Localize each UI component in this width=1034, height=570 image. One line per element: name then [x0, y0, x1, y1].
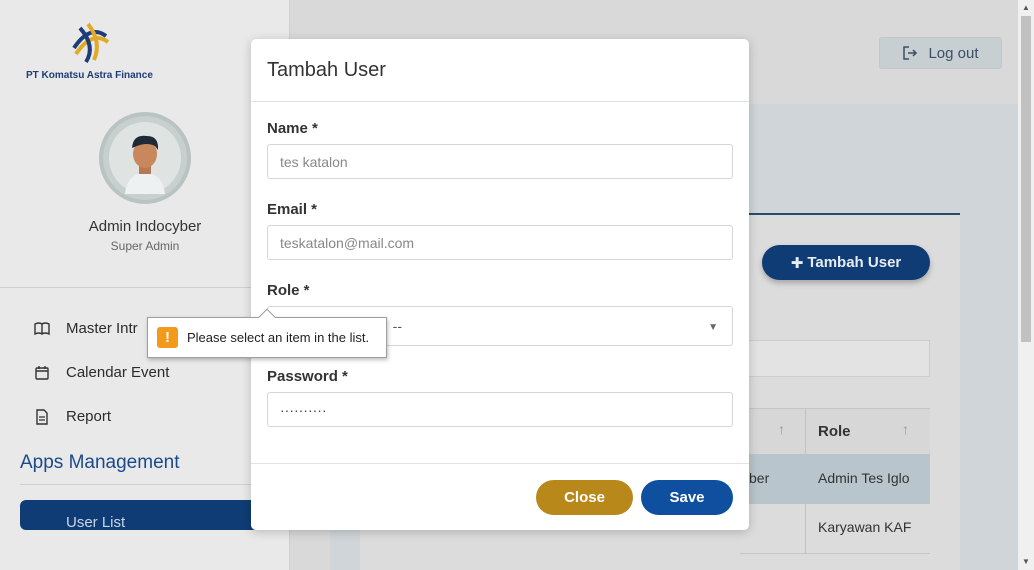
profile-role: Super Admin [110, 239, 180, 253]
modal-title: Tambah User [267, 59, 386, 81]
modal-footer-divider [251, 463, 749, 464]
brand: PT Komatsu Astra Finance [26, 18, 176, 88]
email-field-value: teskatalon@mail.com [280, 234, 415, 251]
section-divider [20, 484, 270, 485]
name-field[interactable]: tes katalon [267, 144, 733, 179]
tooltip-message: Please select an item in the list. [187, 330, 370, 345]
section-title: Apps Management [20, 452, 180, 473]
warning-icon: ! [157, 327, 178, 348]
sidebar-item-master-intro[interactable]: Master Intr [34, 320, 138, 337]
sidebar-divider [0, 287, 290, 288]
sidebar-item-user-list[interactable]: User List [20, 500, 260, 530]
scroll-up-arrow-icon[interactable]: ▲ [1018, 0, 1034, 16]
document-icon [36, 408, 48, 425]
page-scrollbar[interactable]: ▲ ▼ [1018, 0, 1034, 570]
add-user-button[interactable]: ✚ Tambah User [762, 245, 930, 280]
validation-tooltip: ! Please select an item in the list. [147, 308, 387, 358]
password-label: Password * [267, 368, 348, 385]
avatar [99, 112, 191, 204]
email-field[interactable]: teskatalon@mail.com [267, 225, 733, 260]
name-field-value: tes katalon [280, 153, 348, 170]
password-field-value: ·········· [280, 401, 327, 418]
calendar-icon [35, 365, 49, 380]
plus-icon: ✚ [790, 254, 804, 272]
scroll-down-arrow-icon[interactable]: ▼ [1018, 554, 1034, 570]
search-input[interactable] [740, 340, 930, 377]
name-label: Name * [267, 120, 318, 137]
role-select-value: -- [392, 318, 402, 334]
modal-header-divider [251, 101, 749, 102]
save-button[interactable]: Save [641, 480, 733, 515]
sidebar-item-report[interactable]: Report [34, 408, 111, 425]
sidebar-item-calendar-event[interactable]: Calendar Event [34, 364, 169, 381]
scrollbar-thumb[interactable] [1021, 16, 1031, 342]
table-cell-email: ber [749, 470, 770, 486]
sidebar-item-label: Master Intr [66, 320, 138, 337]
brand-name: PT Komatsu Astra Finance [26, 70, 153, 81]
email-label: Email * [267, 201, 318, 218]
sidebar-item-label: Calendar Event [66, 364, 170, 381]
profile-name: Admin Indocyber [88, 218, 202, 235]
password-field[interactable]: ·········· [267, 392, 733, 427]
logout-label: Log out [928, 44, 979, 62]
close-button[interactable]: Close [536, 480, 633, 515]
sort-arrow-icon[interactable]: ↑ [902, 421, 909, 437]
column-divider [805, 408, 806, 554]
logout-icon [903, 46, 918, 60]
user-avatar-icon [109, 122, 181, 194]
sidebar-item-label: Report [66, 408, 112, 425]
add-user-modal: Tambah User Name * tes katalon Email * t… [251, 39, 749, 530]
table-cell-role: Admin Tes Iglo [818, 470, 910, 486]
sidebar: PT Komatsu Astra Finance Admin Indocyber… [0, 0, 290, 570]
add-user-label: Tambah User [807, 254, 902, 271]
logout-button[interactable]: Log out [879, 37, 1002, 69]
table-cell-role: Karyawan KAF [818, 519, 912, 535]
role-label: Role * [267, 282, 310, 299]
brand-logo-icon [72, 22, 110, 64]
sort-arrow-icon[interactable]: ↑ [778, 421, 785, 437]
book-icon [34, 321, 50, 335]
chevron-down-icon: ▼ [708, 322, 718, 333]
column-header-role[interactable]: Role [818, 423, 851, 440]
